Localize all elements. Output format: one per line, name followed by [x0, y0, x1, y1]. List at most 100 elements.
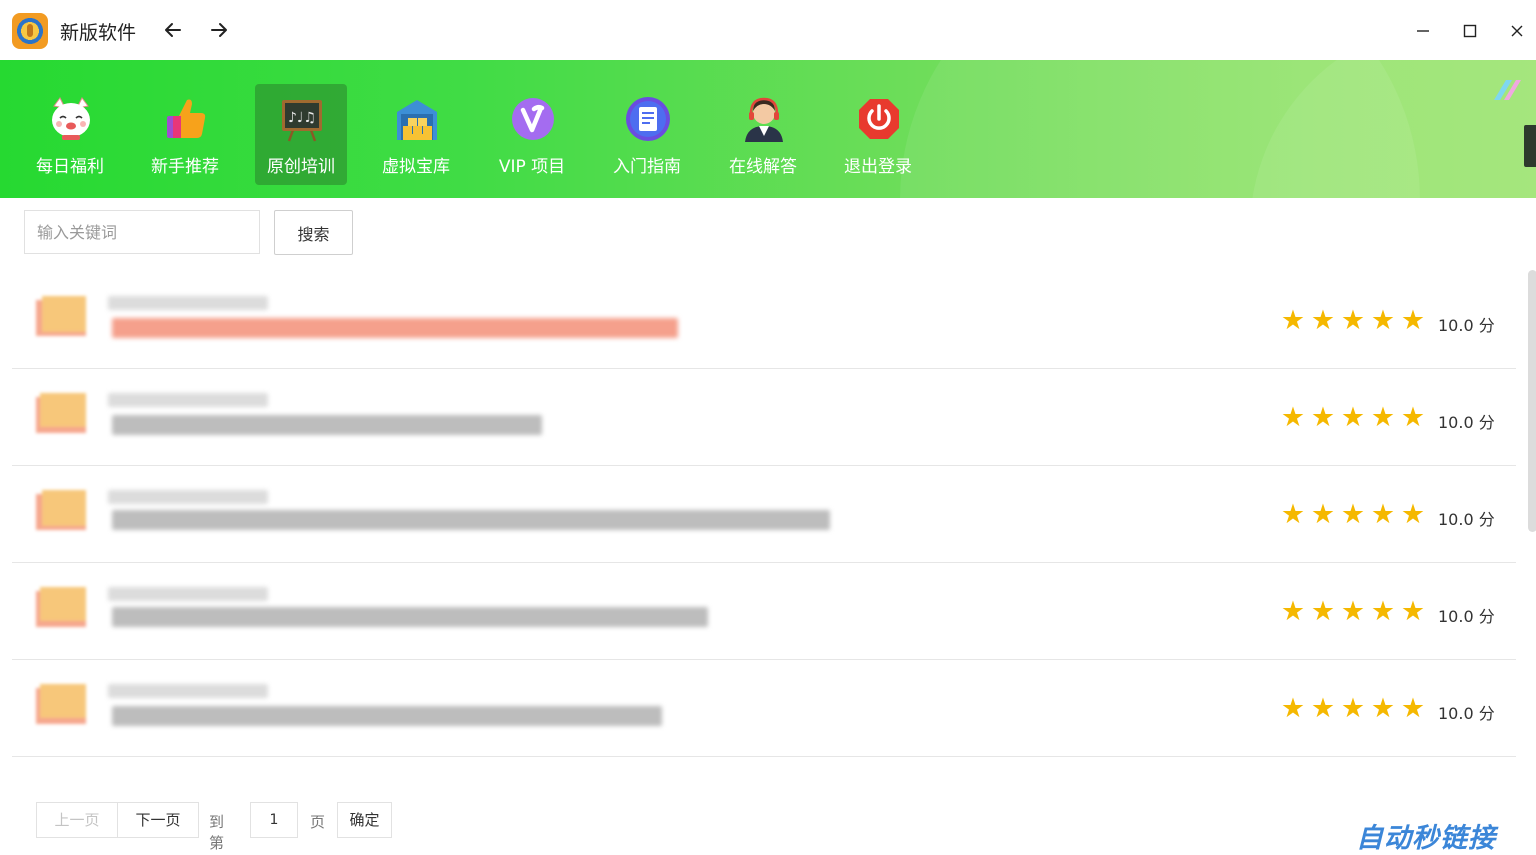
content-panel: 搜索 ★★★★★ 10.0 分 ★★★★★ 10.0 分 — [12, 198, 1536, 855]
score-text: 10.0 分 — [1438, 510, 1495, 529]
star-icon: ★ — [1370, 596, 1396, 627]
main-nav-bar: 每日福利 新手推荐 ♪♩♫ 原创培训 虚拟宝库 VIP 项目 入门指南 在线解答… — [0, 60, 1536, 198]
power-icon — [859, 99, 899, 139]
star-icon: ★ — [1310, 693, 1336, 724]
search-input[interactable] — [24, 210, 260, 254]
nav-label: 虚拟宝库 — [382, 157, 450, 177]
book-thumbnail-icon — [36, 296, 86, 336]
scrollbar-thumb[interactable] — [1528, 270, 1536, 532]
star-icon: ★ — [1310, 305, 1336, 336]
star-icon: ★ — [1400, 596, 1426, 627]
maximize-button[interactable] — [1455, 16, 1485, 46]
nav-item-daily-welfare[interactable]: 每日福利 — [24, 84, 116, 185]
star-icon: ★ — [1310, 499, 1336, 530]
star-icon: ★ — [1400, 499, 1426, 530]
confirm-page-button[interactable]: 确定 — [337, 802, 392, 838]
list-item[interactable]: ★ ★ ★ ★ ★ 10.0 分 — [12, 369, 1516, 466]
star-icon: ★ — [1280, 596, 1306, 627]
score-text: 10.0 分 — [1438, 607, 1495, 626]
star-icon: ★ — [1310, 596, 1336, 627]
book-thumbnail-icon — [36, 684, 86, 724]
side-panel-tab[interactable] — [1524, 125, 1536, 167]
course-list: ★ ★ ★ ★ ★ 10.0 分 ★ ★ ★ ★ ★ 10.0 分 ★ ★ ★ ★ ★ 10. — [12, 272, 1516, 757]
nav-label: 每日福利 — [36, 157, 104, 177]
back-button[interactable] — [160, 16, 186, 44]
nav-label: 在线解答 — [729, 157, 797, 177]
item-date-placeholder — [108, 296, 268, 310]
item-date-placeholder — [108, 684, 268, 698]
star-icon: ★ — [1340, 596, 1366, 627]
title-bar: 新版软件 — [0, 0, 1536, 60]
list-item[interactable]: ★ ★ ★ ★ ★ 10.0 分 — [12, 563, 1516, 660]
list-item[interactable]: ★ ★ ★ ★ ★ 10.0 分 — [12, 272, 1516, 369]
star-icon: ★ — [1370, 305, 1396, 336]
star-icon: ★ — [1400, 305, 1426, 336]
prev-page-button[interactable]: 上一页 — [36, 802, 118, 838]
vip-badge-icon — [512, 98, 554, 140]
star-icon: ★ — [1400, 402, 1426, 433]
book-thumbnail-icon — [36, 587, 86, 627]
skin-brush-icon[interactable] — [1492, 78, 1522, 102]
forward-button[interactable] — [206, 16, 232, 44]
star-icon: ★ — [1280, 499, 1306, 530]
star-icon: ★ — [1400, 693, 1426, 724]
star-icon: ★ — [1280, 305, 1306, 336]
rating-stars: ★ ★ ★ ★ ★ — [1278, 305, 1428, 336]
watermark-text: 自动秒链接 — [1356, 823, 1496, 854]
document-guide-icon — [626, 97, 670, 141]
nav-item-online-answers[interactable]: 在线解答 — [717, 84, 809, 185]
rating-stars: ★ ★ ★ ★ ★ — [1278, 402, 1428, 433]
nav-label: 入门指南 — [613, 157, 681, 177]
item-title-placeholder — [112, 607, 708, 627]
nav-item-getting-started[interactable]: 入门指南 — [601, 84, 693, 185]
star-icon: ★ — [1280, 402, 1306, 433]
minimize-icon — [1417, 30, 1429, 32]
app-logo-icon — [12, 13, 48, 49]
item-title-placeholder — [112, 415, 542, 435]
star-icon: ★ — [1370, 402, 1396, 433]
close-button[interactable] — [1502, 16, 1532, 46]
maximize-icon — [1463, 24, 1477, 38]
nav-item-beginner-recommend[interactable]: 新手推荐 — [139, 84, 231, 185]
nav-item-virtual-treasury[interactable]: 虚拟宝库 — [370, 84, 462, 185]
item-date-placeholder — [108, 490, 268, 504]
item-date-placeholder — [108, 587, 268, 601]
chalkboard-icon: ♪♩♫ — [282, 100, 322, 142]
list-item[interactable]: ★ ★ ★ ★ ★ 10.0 分 — [12, 660, 1516, 757]
book-thumbnail-icon — [36, 490, 86, 530]
star-icon: ★ — [1340, 693, 1366, 724]
arrow-left-icon — [165, 23, 181, 37]
lucky-cat-icon — [52, 97, 90, 140]
treasure-warehouse-icon — [397, 100, 437, 140]
item-title-placeholder — [112, 706, 662, 726]
nav-item-original-training[interactable]: ♪♩♫ 原创培训 — [255, 84, 347, 185]
customer-service-icon — [745, 97, 783, 142]
nav-label: VIP 项目 — [498, 157, 566, 177]
arrow-right-icon — [211, 23, 227, 37]
score-text: 10.0 分 — [1438, 704, 1495, 723]
svg-text:♪♩♫: ♪♩♫ — [288, 110, 316, 126]
goto-label: 到第 — [209, 813, 225, 852]
nav-label: 新手推荐 — [151, 157, 219, 177]
star-icon: ★ — [1340, 499, 1366, 530]
minimize-button[interactable] — [1408, 16, 1438, 46]
list-item[interactable]: ★ ★ ★ ★ ★ 10.0 分 — [12, 466, 1516, 563]
star-icon: ★ — [1340, 305, 1366, 336]
search-button[interactable]: 搜索 — [274, 210, 353, 255]
nav-label: 原创培训 — [267, 157, 335, 177]
score-text: 10.0 分 — [1438, 316, 1495, 335]
nav-item-vip-project[interactable]: VIP 项目 — [486, 84, 578, 185]
close-icon — [1511, 25, 1523, 37]
app-title: 新版软件 — [60, 22, 137, 44]
item-title-placeholder — [112, 318, 678, 338]
rating-stars: ★ ★ ★ ★ ★ — [1278, 499, 1428, 530]
item-title-placeholder — [112, 510, 830, 530]
page-number-input[interactable] — [250, 802, 298, 838]
next-page-button[interactable]: 下一页 — [117, 802, 199, 838]
rating-stars: ★ ★ ★ ★ ★ — [1278, 693, 1428, 724]
nav-item-logout[interactable]: 退出登录 — [832, 84, 924, 185]
page-unit-label: 页 — [310, 813, 326, 831]
star-icon: ★ — [1340, 402, 1366, 433]
star-icon: ★ — [1370, 499, 1396, 530]
score-text: 10.0 分 — [1438, 413, 1495, 432]
